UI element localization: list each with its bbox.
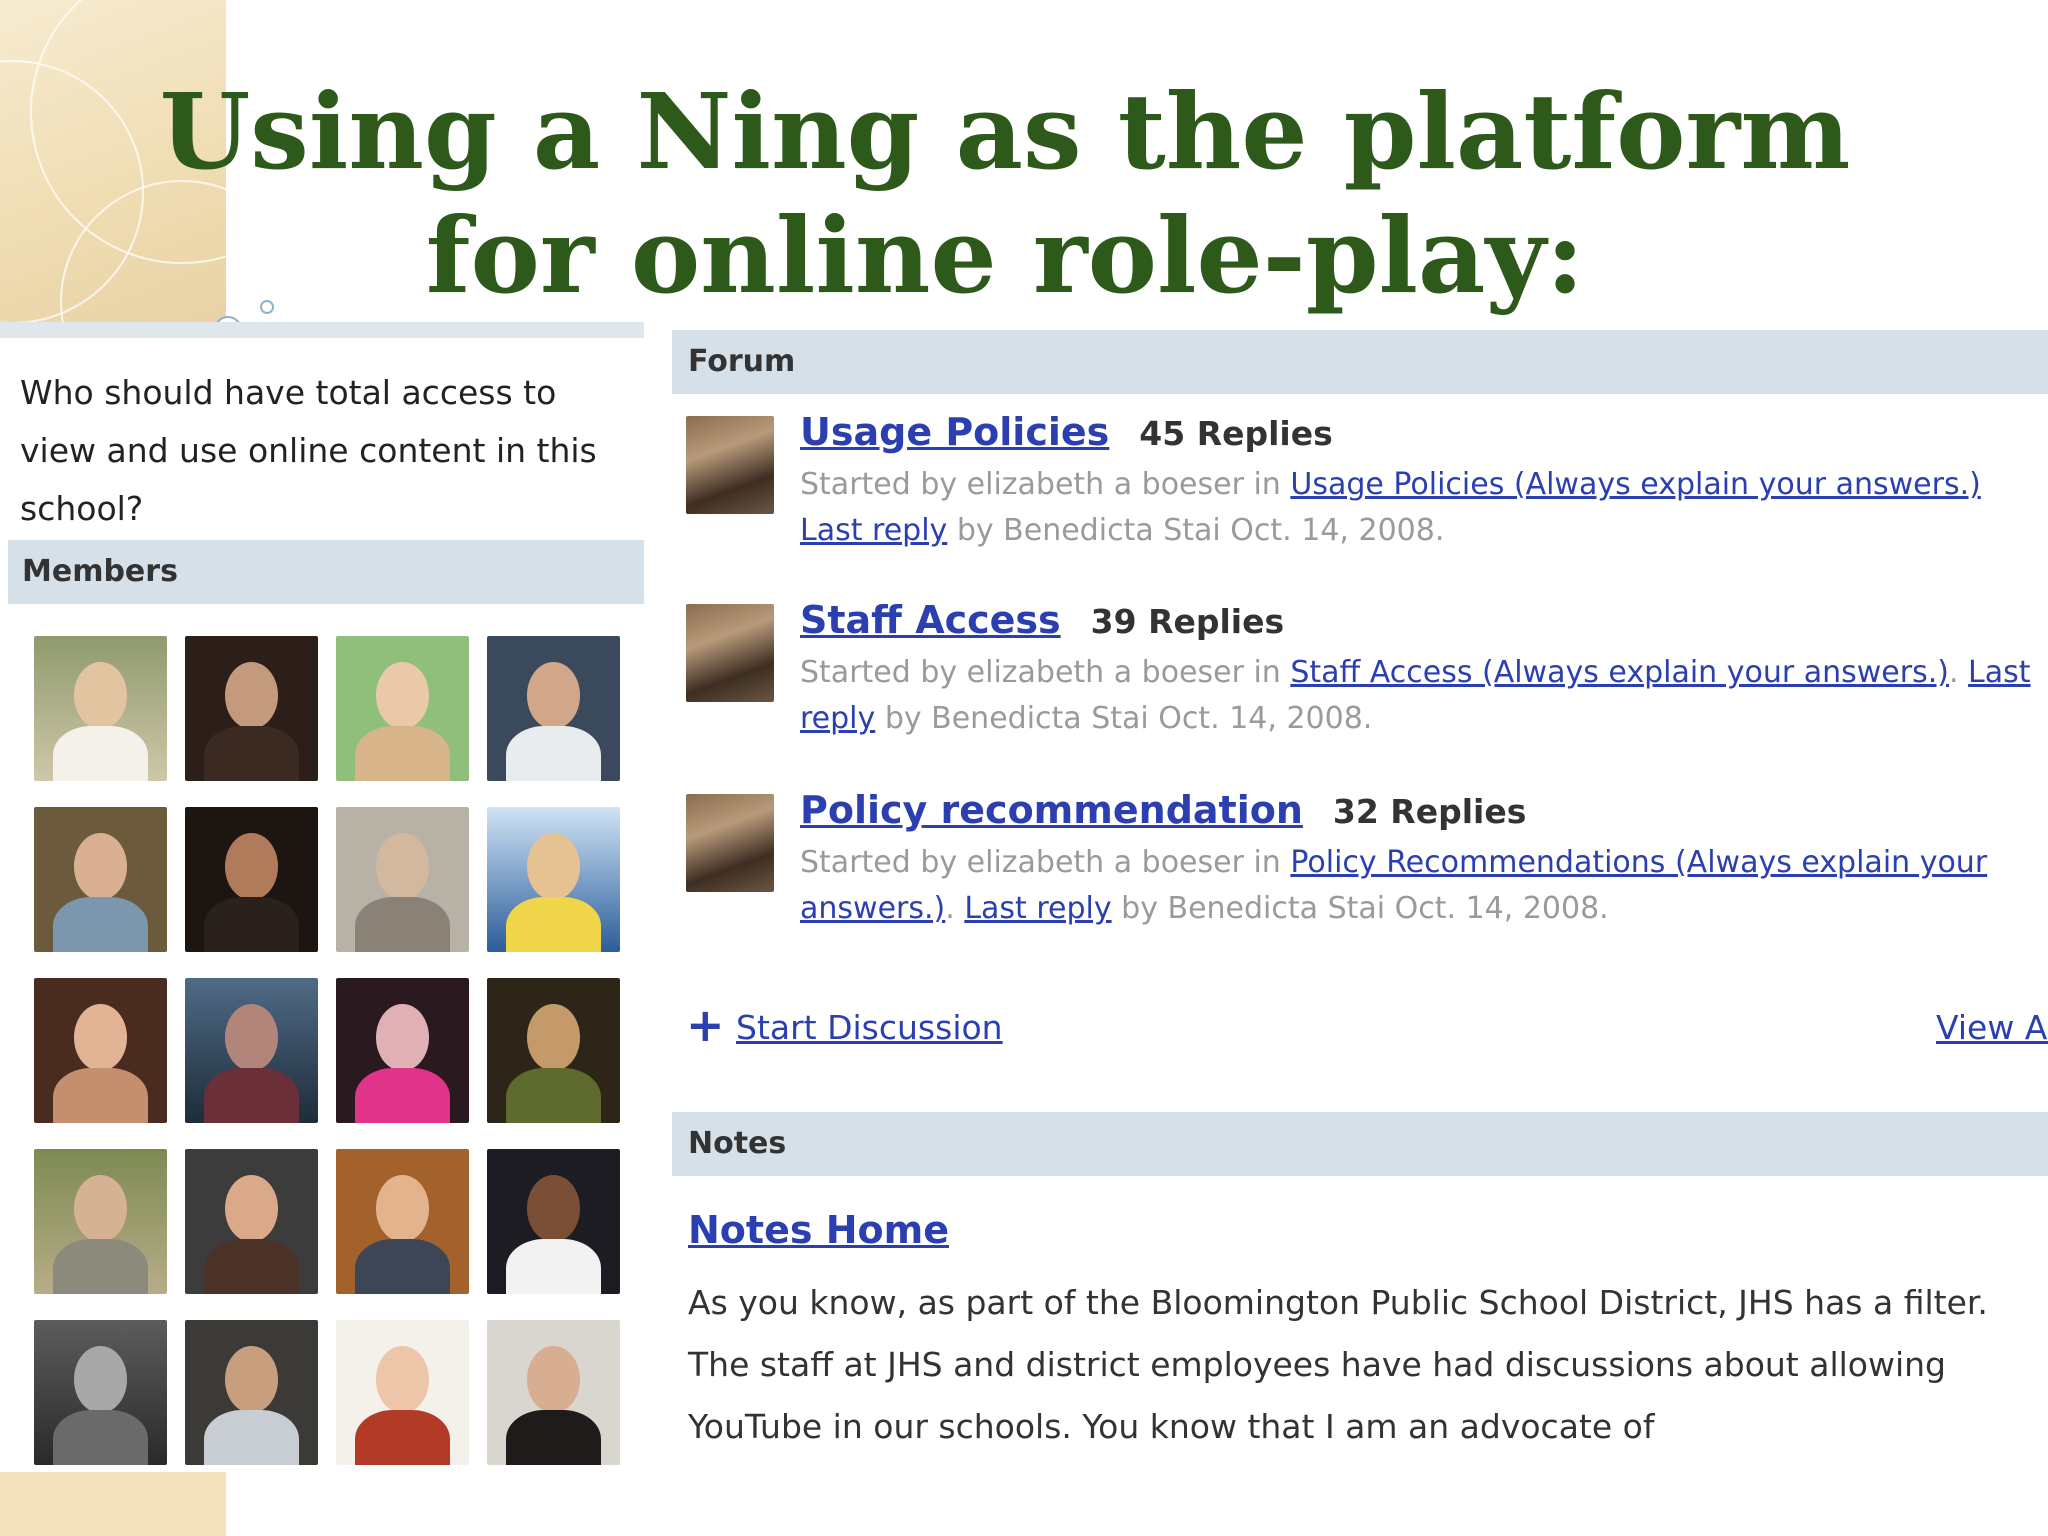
member-avatar[interactable] bbox=[185, 978, 318, 1123]
topic-last-reply-info: by Benedicta Stai Oct. 14, 2008. bbox=[1121, 891, 1609, 926]
forum-topic: Policy recommendation 32 Replies Started … bbox=[686, 788, 2046, 948]
forum-header: Forum bbox=[672, 330, 2048, 394]
topic-replies-count: 32 Replies bbox=[1332, 792, 1527, 831]
topic-started-by: Started by elizabeth a boeser in bbox=[800, 655, 1281, 690]
topic-started-by: Started by elizabeth a boeser in bbox=[800, 467, 1281, 502]
ning-screenshot: Who should have total access to view and… bbox=[0, 322, 2048, 1472]
member-avatar[interactable] bbox=[336, 978, 469, 1123]
members-header: Members bbox=[8, 540, 644, 604]
topic-started-by: Started by elizabeth a boeser in bbox=[800, 845, 1281, 880]
topic-last-reply-info: by Benedicta Stai Oct. 14, 2008. bbox=[884, 701, 1373, 736]
member-avatar[interactable] bbox=[185, 1149, 318, 1294]
view-all-link[interactable]: View Al bbox=[1936, 1008, 2048, 1047]
topic-author-avatar[interactable] bbox=[686, 794, 774, 892]
member-avatar[interactable] bbox=[34, 1149, 167, 1294]
member-avatar[interactable] bbox=[34, 978, 167, 1123]
right-column: Forum Usage Policies 45 Replies Started b… bbox=[672, 322, 2048, 1472]
topic-category-link[interactable]: Usage Policies (Always explain your answ… bbox=[1290, 467, 1980, 502]
notes-home-link[interactable]: Notes Home bbox=[688, 1208, 949, 1252]
members-grid bbox=[34, 636, 626, 1465]
member-avatar[interactable] bbox=[336, 1149, 469, 1294]
member-avatar[interactable] bbox=[34, 1320, 167, 1465]
start-discussion-link[interactable]: Start Discussion bbox=[736, 1008, 1003, 1047]
slide-title: Using a Ning as the platform for online … bbox=[150, 70, 1860, 318]
topic-meta: Started by elizabeth a boeser in Staff A… bbox=[800, 650, 2040, 742]
member-avatar[interactable] bbox=[185, 1320, 318, 1465]
slide-title-line-1: Using a Ning as the platform bbox=[159, 70, 1851, 193]
member-avatar[interactable] bbox=[185, 807, 318, 952]
topic-title-link[interactable]: Usage Policies bbox=[800, 410, 1109, 454]
notes-header: Notes bbox=[672, 1112, 2048, 1176]
member-avatar[interactable] bbox=[34, 636, 167, 781]
forum-topic: Usage Policies 45 Replies Started by eliz… bbox=[686, 410, 2046, 570]
topic-replies-count: 45 Replies bbox=[1139, 414, 1333, 453]
topic-last-reply-link[interactable]: Last reply bbox=[964, 891, 1111, 926]
topic-last-reply-info: by Benedicta Stai Oct. 14, 2008. bbox=[956, 513, 1445, 548]
topic-separator: . bbox=[945, 891, 955, 926]
topic-meta: Started by elizabeth a boeser in Usage P… bbox=[800, 462, 2040, 554]
topic-author-avatar[interactable] bbox=[686, 416, 774, 514]
left-column: Who should have total access to view and… bbox=[0, 322, 644, 1472]
plus-icon[interactable]: + bbox=[686, 1000, 725, 1050]
forum-actions: + Start Discussion View Al bbox=[686, 1000, 2048, 1052]
topic-last-reply-link[interactable]: Last reply bbox=[800, 513, 947, 548]
member-avatar[interactable] bbox=[487, 1320, 620, 1465]
topic-separator: . bbox=[1948, 655, 1959, 690]
topic-title-link[interactable]: Staff Access bbox=[800, 598, 1061, 642]
member-avatar[interactable] bbox=[34, 807, 167, 952]
slide-title-line-2: for online role-play: bbox=[425, 194, 1585, 317]
member-avatar[interactable] bbox=[336, 807, 469, 952]
left-top-band bbox=[0, 322, 644, 338]
topic-title-link[interactable]: Policy recommendation bbox=[800, 788, 1303, 832]
slide-decoration-bottom bbox=[0, 1472, 226, 1536]
notes-body-text: As you know, as part of the Bloomington … bbox=[688, 1283, 1988, 1446]
member-avatar[interactable] bbox=[487, 807, 620, 952]
member-avatar[interactable] bbox=[487, 1149, 620, 1294]
member-avatar[interactable] bbox=[336, 1320, 469, 1465]
topic-meta: Started by elizabeth a boeser in Policy … bbox=[800, 840, 2040, 932]
poll-question: Who should have total access to view and… bbox=[20, 373, 597, 528]
member-avatar[interactable] bbox=[336, 636, 469, 781]
member-avatar[interactable] bbox=[487, 978, 620, 1123]
member-avatar[interactable] bbox=[185, 636, 318, 781]
topic-replies-count: 39 Replies bbox=[1090, 602, 1285, 641]
topic-author-avatar[interactable] bbox=[686, 604, 774, 702]
topic-category-link[interactable]: Staff Access (Always explain your answer… bbox=[1290, 655, 1949, 690]
forum-topic: Staff Access 39 Replies Started by elizab… bbox=[686, 598, 2046, 758]
member-avatar[interactable] bbox=[487, 636, 620, 781]
